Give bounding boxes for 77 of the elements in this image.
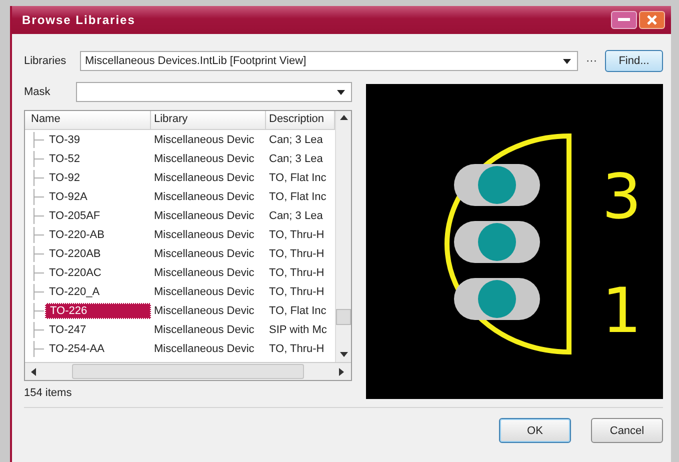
ok-button[interactable]: OK bbox=[499, 418, 571, 443]
column-header[interactable]: Description bbox=[266, 111, 335, 130]
scroll-thumb[interactable] bbox=[336, 308, 351, 324]
tree-line-icon bbox=[31, 226, 45, 242]
table-cell-text: Miscellaneous Devic bbox=[153, 228, 256, 242]
more-button[interactable]: ··· bbox=[582, 55, 601, 67]
libraries-dropdown[interactable]: Miscellaneous Devices.IntLib [Footprint View] bbox=[80, 51, 578, 71]
table-cell-text: TO, Thru-H bbox=[268, 342, 326, 356]
table-cell-text: Miscellaneous Devic bbox=[153, 322, 256, 338]
table-cell-text: Miscellaneous Devic bbox=[153, 132, 256, 148]
tree-line-icon bbox=[31, 264, 45, 280]
close-button[interactable] bbox=[639, 11, 665, 29]
table-cell-text: TO, Thru-H bbox=[268, 246, 326, 262]
list-item[interactable]: TO-220AB bbox=[45, 246, 151, 260]
table-cell-text: Miscellaneous Devic bbox=[153, 208, 256, 224]
tree-line-icon bbox=[31, 188, 45, 204]
item-count: 154 items bbox=[24, 387, 73, 399]
table-cell-text: TO, Flat Inc bbox=[268, 304, 328, 318]
list-item[interactable]: TO-220-AB bbox=[45, 228, 151, 242]
tree-line-icon bbox=[31, 246, 45, 262]
up-arrow-icon bbox=[340, 115, 348, 121]
close-icon bbox=[646, 14, 658, 26]
table-cell-text: Miscellaneous Devic bbox=[153, 246, 256, 262]
tree-line-icon bbox=[31, 132, 45, 148]
list-item[interactable]: TO-92A bbox=[45, 190, 151, 204]
table-cell-text: Miscellaneous Devic bbox=[153, 284, 256, 300]
table-cell-text: SIP with Mc bbox=[268, 322, 328, 338]
minimize-icon bbox=[618, 18, 630, 22]
list-item[interactable]: TO-205AF bbox=[45, 208, 151, 222]
vertical-scrollbar[interactable] bbox=[335, 111, 351, 362]
pin-label: 1 bbox=[602, 274, 642, 347]
list-item[interactable]: TO-254-AA bbox=[45, 342, 151, 356]
mask-dropdown[interactable] bbox=[76, 82, 352, 102]
list-item[interactable]: TO-247 bbox=[45, 322, 151, 336]
list-item[interactable]: TO-220AC bbox=[45, 266, 151, 280]
mask-label: Mask bbox=[24, 86, 52, 98]
list-item[interactable]: TO-52 bbox=[45, 152, 151, 166]
tree-line-icon bbox=[31, 150, 45, 166]
table-cell-text: TO, Thru-H bbox=[268, 228, 326, 242]
table-cell-text: Miscellaneous Devic bbox=[153, 342, 256, 356]
table-cell-text: TO, Flat Inc bbox=[268, 170, 328, 186]
table-cell-text: Miscellaneous Devic bbox=[153, 152, 256, 166]
table-cell-text: Can; 3 Lea bbox=[268, 152, 324, 166]
caret-icon bbox=[563, 58, 571, 64]
tree-line-icon bbox=[31, 284, 45, 300]
minimize-button[interactable] bbox=[611, 11, 637, 29]
list-item[interactable]: TO-226 bbox=[45, 302, 151, 318]
cancel-button[interactable]: Cancel bbox=[591, 418, 663, 443]
tree-line-icon bbox=[31, 340, 45, 356]
left-arrow-icon bbox=[31, 368, 37, 376]
tree-line-icon bbox=[31, 208, 45, 224]
scroll-thumb[interactable] bbox=[72, 364, 304, 379]
list-item[interactable]: TO-220_A bbox=[45, 284, 151, 298]
list-item[interactable]: TO-39 bbox=[45, 132, 151, 146]
down-arrow-icon bbox=[340, 352, 348, 358]
table-cell-text: Miscellaneous Devic bbox=[153, 266, 256, 280]
list-item[interactable]: TO-92 bbox=[45, 170, 151, 184]
table-cell-text: Can; 3 Lea bbox=[268, 132, 324, 148]
table-cell-text: Miscellaneous Devic bbox=[153, 170, 256, 186]
window-title: Browse Libraries bbox=[22, 13, 136, 27]
tree-line-icon bbox=[31, 302, 45, 318]
table-cell-text: TO, Flat Inc bbox=[268, 190, 328, 204]
pin-label: 3 bbox=[602, 160, 642, 233]
right-arrow-icon bbox=[339, 368, 345, 376]
table-cell-text: TO, Thru-H bbox=[268, 284, 326, 300]
column-header[interactable]: Library bbox=[151, 111, 266, 130]
tree-line-icon bbox=[31, 170, 45, 186]
table-cell-text: Miscellaneous Devic bbox=[153, 190, 256, 204]
libraries-label: Libraries bbox=[24, 55, 68, 67]
caret-icon bbox=[337, 90, 345, 94]
table-cell-text: TO, Thru-H bbox=[268, 266, 326, 280]
tree-line-icon bbox=[31, 322, 45, 338]
horizontal-scrollbar[interactable] bbox=[25, 362, 351, 380]
find-button[interactable]: Find... bbox=[605, 50, 663, 72]
column-header[interactable]: Name bbox=[25, 111, 151, 130]
table-cell-text: Can; 3 Lea bbox=[268, 208, 324, 224]
table-cell-text: Miscellaneous Devic bbox=[153, 304, 256, 318]
